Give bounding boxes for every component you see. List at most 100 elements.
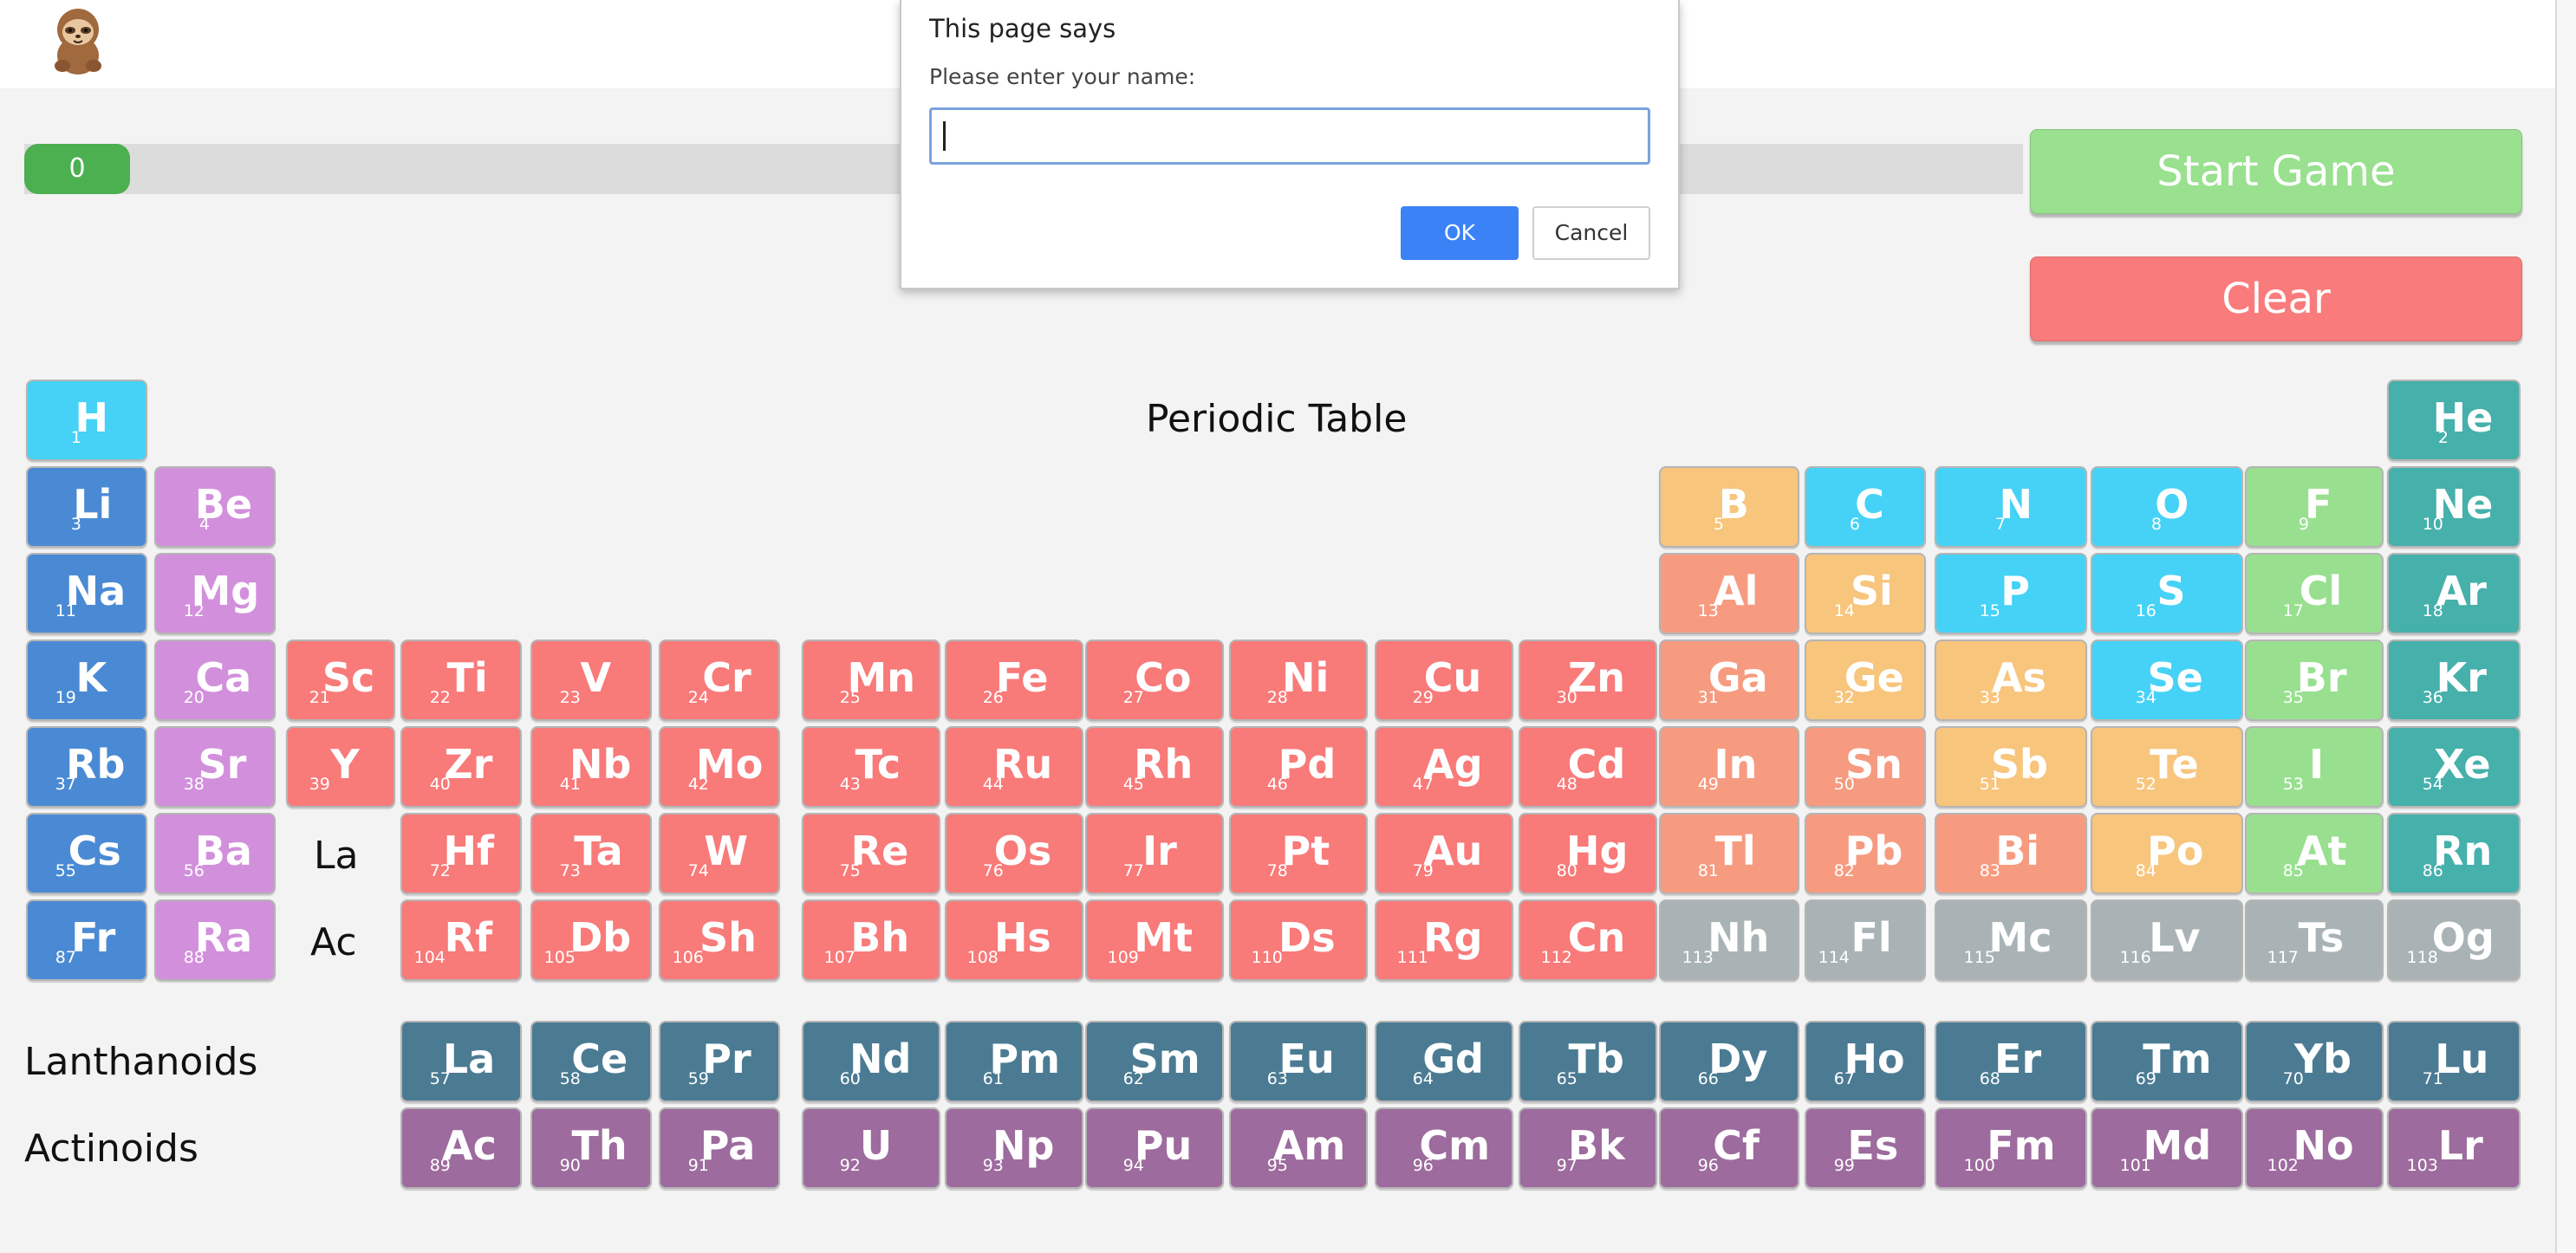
element-tile-ge[interactable]: 32 Ge — [1805, 639, 1926, 721]
element-tile-ce[interactable]: 58 Ce — [530, 1021, 652, 1102]
element-tile-pa[interactable]: 91 Pa — [659, 1107, 780, 1189]
element-tile-ru[interactable]: 44 Ru — [945, 726, 1083, 808]
element-tile-os[interactable]: 76 Os — [945, 813, 1083, 894]
element-tile-br[interactable]: 35 Br — [2245, 639, 2384, 721]
element-tile-dy[interactable]: 66 Dy — [1659, 1021, 1799, 1102]
element-tile-cl[interactable]: 17 Cl — [2245, 553, 2384, 634]
element-tile-la[interactable]: 57 La — [400, 1021, 522, 1102]
element-tile-ne[interactable]: 10 Ne — [2387, 466, 2521, 548]
ok-button[interactable]: OK — [1401, 206, 1519, 260]
element-tile-p[interactable]: 15 P — [1935, 553, 2087, 634]
cancel-button[interactable]: Cancel — [1532, 206, 1650, 260]
element-tile-rg[interactable]: 111 Rg — [1375, 899, 1513, 981]
element-tile-es[interactable]: 99 Es — [1805, 1107, 1926, 1189]
element-tile-te[interactable]: 52 Te — [2091, 726, 2243, 808]
element-tile-fm[interactable]: 100 Fm — [1935, 1107, 2087, 1189]
element-tile-lu[interactable]: 71 Lu — [2387, 1021, 2521, 1102]
element-tile-h[interactable]: 1H — [26, 380, 147, 461]
element-tile-na[interactable]: 11 Na — [26, 553, 147, 634]
element-tile-mc[interactable]: 115 Mc — [1935, 899, 2087, 981]
element-tile-mt[interactable]: 109 Mt — [1085, 899, 1224, 981]
element-tile-ts[interactable]: 117 Ts — [2245, 899, 2384, 981]
element-tile-tm[interactable]: 69 Tm — [2091, 1021, 2243, 1102]
element-tile-fr[interactable]: 87 Fr — [26, 899, 147, 981]
element-tile-po[interactable]: 84 Po — [2091, 813, 2243, 894]
element-tile-ar[interactable]: 18 Ar — [2387, 553, 2521, 634]
element-tile-lv[interactable]: 116 Lv — [2091, 899, 2243, 981]
element-tile-fl[interactable]: 114 Fl — [1805, 899, 1926, 981]
element-tile-se[interactable]: 34 Se — [2091, 639, 2243, 721]
element-tile-tc[interactable]: 43 Tc — [802, 726, 940, 808]
element-tile-cu[interactable]: 29 Cu — [1375, 639, 1513, 721]
element-tile-cd[interactable]: 48 Cd — [1519, 726, 1657, 808]
element-tile-db[interactable]: 105 Db — [530, 899, 652, 981]
element-tile-bk[interactable]: 97 Bk — [1519, 1107, 1657, 1189]
element-tile-w[interactable]: 74 W — [659, 813, 780, 894]
element-tile-zn[interactable]: 30 Zn — [1519, 639, 1657, 721]
element-tile-b[interactable]: 5B — [1659, 466, 1799, 548]
element-tile-ga[interactable]: 31 Ga — [1659, 639, 1799, 721]
element-tile-rb[interactable]: 37 Rb — [26, 726, 147, 808]
element-tile-nb[interactable]: 41 Nb — [530, 726, 652, 808]
element-tile-rh[interactable]: 45 Rh — [1085, 726, 1224, 808]
element-tile-bh[interactable]: 107 Bh — [802, 899, 940, 981]
element-tile-y[interactable]: 39 Y — [286, 726, 395, 808]
element-tile-rf[interactable]: 104 Rf — [400, 899, 522, 981]
element-tile-at[interactable]: 85 At — [2245, 813, 2384, 894]
element-tile-am[interactable]: 95 Am — [1229, 1107, 1368, 1189]
element-tile-sr[interactable]: 38 Sr — [154, 726, 276, 808]
element-tile-yb[interactable]: 70 Yb — [2245, 1021, 2384, 1102]
element-tile-ra[interactable]: 88 Ra — [154, 899, 276, 981]
element-tile-tl[interactable]: 81 Tl — [1659, 813, 1799, 894]
element-tile-re[interactable]: 75 Re — [802, 813, 940, 894]
element-tile-cs[interactable]: 55 Cs — [26, 813, 147, 894]
element-tile-ba[interactable]: 56 Ba — [154, 813, 276, 894]
element-tile-s[interactable]: 16 S — [2091, 553, 2243, 634]
element-tile-be[interactable]: 4 Be — [154, 466, 276, 548]
element-tile-th[interactable]: 90 Th — [530, 1107, 652, 1189]
element-tile-n[interactable]: 7N — [1935, 466, 2087, 548]
element-tile-nh[interactable]: 113 Nh — [1659, 899, 1799, 981]
scrollbar[interactable] — [2555, 0, 2576, 1253]
element-tile-og[interactable]: 118 Og — [2387, 899, 2521, 981]
element-tile-pu[interactable]: 94 Pu — [1085, 1107, 1224, 1189]
element-tile-sc[interactable]: 21 Sc — [286, 639, 395, 721]
element-tile-bi[interactable]: 83 Bi — [1935, 813, 2087, 894]
element-tile-lr[interactable]: 103 Lr — [2387, 1107, 2521, 1189]
element-tile-ac[interactable]: 89 Ac — [400, 1107, 522, 1189]
element-tile-ni[interactable]: 28 Ni — [1229, 639, 1368, 721]
element-tile-li[interactable]: 3 Li — [26, 466, 147, 548]
element-tile-rn[interactable]: 86 Rn — [2387, 813, 2521, 894]
element-tile-au[interactable]: 79 Au — [1375, 813, 1513, 894]
start-game-button[interactable]: Start Game — [2030, 129, 2522, 214]
element-tile-mn[interactable]: 25 Mn — [802, 639, 940, 721]
element-tile-cr[interactable]: 24 Cr — [659, 639, 780, 721]
element-tile-mg[interactable]: 12 Mg — [154, 553, 276, 634]
element-tile-c[interactable]: 6C — [1805, 466, 1926, 548]
element-tile-kr[interactable]: 36 Kr — [2387, 639, 2521, 721]
element-tile-sb[interactable]: 51 Sb — [1935, 726, 2087, 808]
element-tile-pb[interactable]: 82 Pb — [1805, 813, 1926, 894]
element-tile-nd[interactable]: 60 Nd — [802, 1021, 940, 1102]
element-tile-md[interactable]: 101 Md — [2091, 1107, 2243, 1189]
element-tile-sn[interactable]: 50 Sn — [1805, 726, 1926, 808]
element-tile-sh[interactable]: 106 Sh — [659, 899, 780, 981]
element-tile-al[interactable]: 13 Al — [1659, 553, 1799, 634]
element-tile-i[interactable]: 53 I — [2245, 726, 2384, 808]
element-tile-pt[interactable]: 78 Pt — [1229, 813, 1368, 894]
element-tile-ti[interactable]: 22 Ti — [400, 639, 522, 721]
element-tile-co[interactable]: 27 Co — [1085, 639, 1224, 721]
element-tile-ca[interactable]: 20 Ca — [154, 639, 276, 721]
element-tile-he[interactable]: 2 He — [2387, 380, 2521, 461]
clear-button[interactable]: Clear — [2030, 256, 2522, 341]
element-tile-mo[interactable]: 42 Mo — [659, 726, 780, 808]
element-tile-v[interactable]: 23 V — [530, 639, 652, 721]
element-tile-ag[interactable]: 47 Ag — [1375, 726, 1513, 808]
element-tile-np[interactable]: 93 Np — [945, 1107, 1083, 1189]
element-tile-hs[interactable]: 108 Hs — [945, 899, 1083, 981]
element-tile-hf[interactable]: 72 Hf — [400, 813, 522, 894]
element-tile-pr[interactable]: 59 Pr — [659, 1021, 780, 1102]
element-tile-cf[interactable]: 96 Cf — [1659, 1107, 1799, 1189]
element-tile-pm[interactable]: 61 Pm — [945, 1021, 1083, 1102]
element-tile-pd[interactable]: 46 Pd — [1229, 726, 1368, 808]
